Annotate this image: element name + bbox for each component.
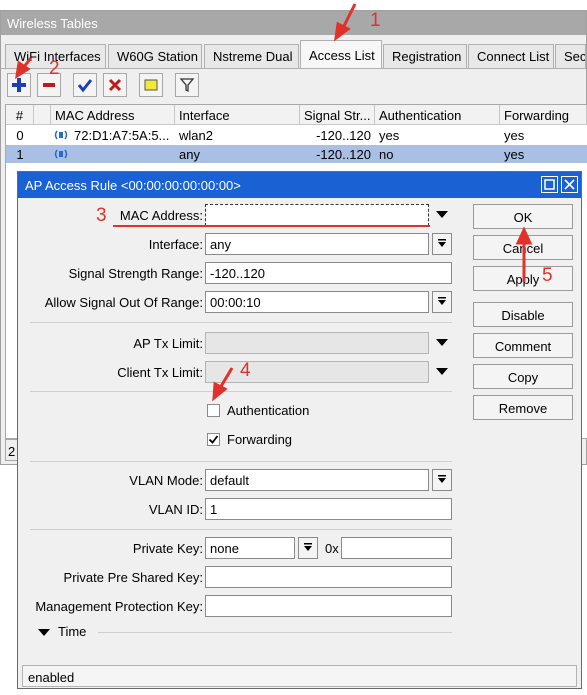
annotation-arrowhead-1 xyxy=(334,21,351,42)
annotation-number-5: 5 xyxy=(542,265,553,286)
annotation-arrow-4 xyxy=(218,367,234,389)
annotation-number-2: 2 xyxy=(49,58,60,79)
annotation-number-3: 3 xyxy=(96,205,107,226)
annotation-number-1: 1 xyxy=(370,10,381,31)
annotation-number-4: 4 xyxy=(240,360,251,381)
annotation-arrowhead-4 xyxy=(212,381,228,402)
annotation-overlay xyxy=(15,3,533,402)
annotation-arrowhead-5 xyxy=(515,226,533,245)
